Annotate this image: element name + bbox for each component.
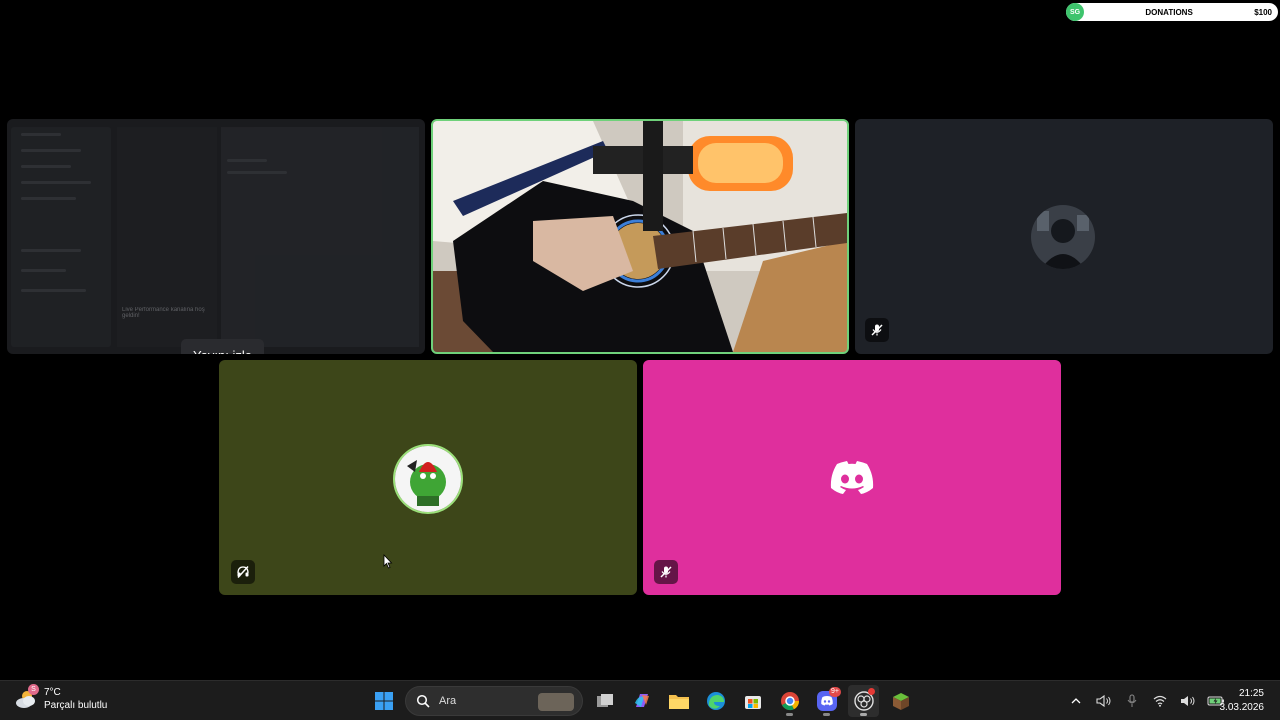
chrome-icon	[780, 692, 799, 711]
partly-cloudy-icon: S	[14, 684, 39, 711]
taskbar-search[interactable]: Ara	[405, 686, 583, 716]
wifi-tray-button[interactable]	[1150, 689, 1170, 713]
search-placeholder: Ara	[439, 695, 457, 707]
donations-amount: $100	[1254, 7, 1272, 17]
watch-stream-button[interactable]: Yayını izle	[181, 339, 264, 354]
guitar-camera-feed	[433, 121, 847, 352]
participant-tile-5[interactable]	[643, 360, 1061, 595]
screenshare-tile[interactable]: Live Performance kanalına hoş geldin! Ya…	[7, 119, 425, 354]
show-hidden-icons-button[interactable]	[1066, 689, 1086, 713]
volume-tray-button[interactable]	[1178, 689, 1198, 713]
windows-logo-icon	[374, 692, 393, 710]
speaker-icon	[1096, 694, 1111, 708]
participant-tile-3[interactable]	[855, 119, 1273, 354]
chevron-up-icon	[1071, 698, 1081, 704]
recording-indicator-icon	[868, 688, 875, 695]
camera-tile-guitar[interactable]	[431, 119, 849, 354]
discord-taskbar-button[interactable]: 9+	[811, 685, 842, 717]
copilot-icon	[634, 694, 649, 707]
search-highlight-image	[538, 693, 574, 711]
weather-badge: S	[28, 684, 39, 695]
muted-mic-icon	[865, 318, 889, 342]
microphone-tray-button[interactable]	[1122, 689, 1142, 713]
store-icon	[744, 696, 761, 709]
copilot-button[interactable]	[626, 685, 657, 717]
start-button[interactable]	[368, 685, 399, 717]
obs-button[interactable]	[848, 685, 879, 717]
donations-badge: SG	[1066, 3, 1084, 21]
screenshare-faded-heading: Live Performance kanalına hoş geldin!	[122, 307, 205, 319]
speaker-tray-button[interactable]	[1094, 689, 1114, 713]
task-view-button[interactable]	[589, 685, 620, 717]
microsoft-store-button[interactable]	[737, 685, 768, 717]
screenshare-preview	[7, 119, 425, 354]
participant-avatar-3	[1031, 205, 1095, 269]
weather-condition: Parçalı bulutlu	[44, 700, 108, 711]
folder-icon	[668, 695, 689, 709]
discord-notification-badge: 9+	[829, 687, 841, 697]
muted-mic-icon	[231, 560, 255, 584]
muted-mic-icon	[654, 560, 678, 584]
discord-logo-icon	[830, 461, 874, 500]
clock-date: 3.03.2026	[1219, 702, 1265, 713]
volume-icon	[1181, 696, 1195, 706]
search-icon	[416, 694, 430, 708]
minecraft-grass-block-icon	[892, 693, 909, 710]
participant-tile-4[interactable]	[219, 360, 637, 595]
microphone-icon	[1127, 694, 1137, 707]
edge-icon	[706, 692, 725, 710]
file-explorer-button[interactable]	[663, 685, 694, 717]
weather-widget[interactable]: S 7°C Parçalı bulutlu	[14, 684, 108, 712]
donations-label: DONATIONS	[1145, 7, 1193, 17]
participant-avatar-4	[393, 444, 463, 514]
donations-widget: SG DONATIONS $100	[1066, 3, 1278, 21]
weather-temperature: 7°C	[44, 687, 61, 698]
edge-button[interactable]	[700, 685, 731, 717]
clock-time: 21:25	[1238, 688, 1264, 699]
taskbar: S 7°C Parçalı bulutlu Ara 9+ 21:25 3.03.…	[0, 680, 1280, 720]
chrome-button[interactable]	[774, 685, 805, 717]
minecraft-button[interactable]	[885, 685, 916, 717]
wifi-icon	[1153, 695, 1167, 707]
mouse-cursor-icon	[383, 553, 393, 574]
task-view-icon	[596, 694, 613, 707]
system-clock[interactable]: 21:25 3.03.2026	[1220, 687, 1265, 715]
